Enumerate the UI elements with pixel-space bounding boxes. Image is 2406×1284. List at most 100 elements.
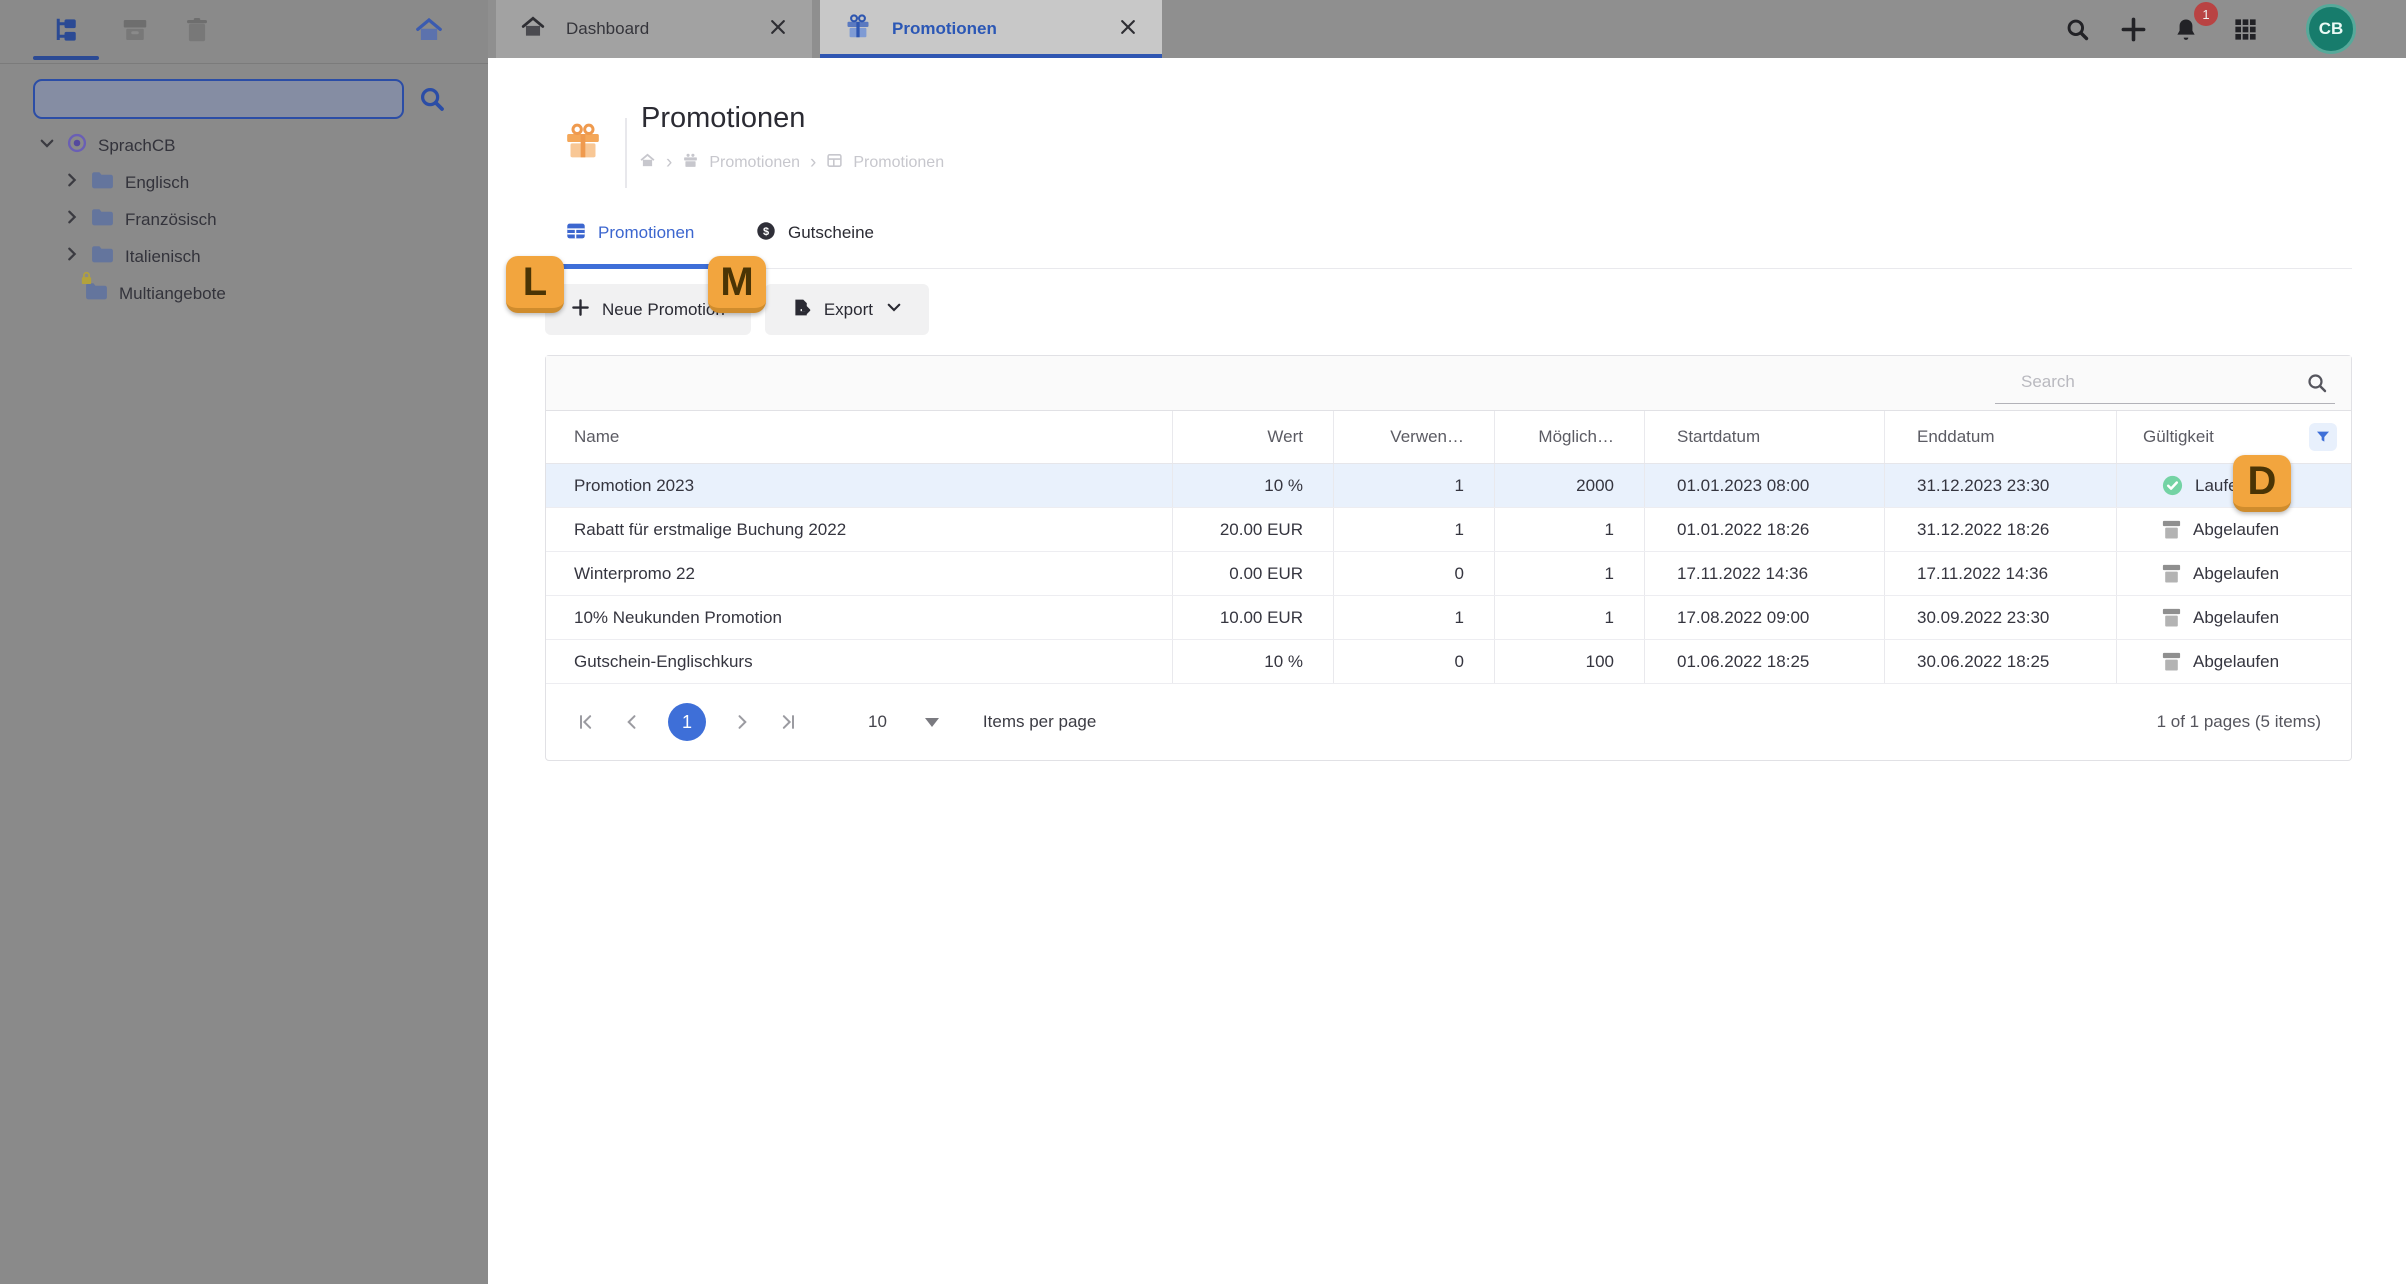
- page-size-value[interactable]: 10: [868, 712, 887, 732]
- column-header-verwendungen[interactable]: Verwen…: [1333, 411, 1494, 463]
- chevron-right-icon[interactable]: [64, 246, 80, 267]
- page-size-dropdown-icon[interactable]: [924, 717, 939, 727]
- plus-icon: [571, 298, 590, 322]
- table-row[interactable]: Rabatt für erstmalige Buchung 2022 20.00…: [546, 508, 2351, 552]
- first-page-icon[interactable]: [576, 712, 596, 732]
- cell-wert: 10 %: [1172, 640, 1333, 683]
- tree-node-label: Italienisch: [125, 246, 201, 266]
- chevron-right-icon: ›: [810, 152, 817, 173]
- table-search-input[interactable]: [1995, 363, 2321, 401]
- cell-name: Winterpromo 22: [574, 563, 695, 583]
- tree-node-italienisch[interactable]: Italienisch: [0, 238, 488, 275]
- filter-icon[interactable]: [2309, 423, 2337, 451]
- cell-wert: 10 %: [1172, 464, 1333, 507]
- previous-page-icon[interactable]: [622, 712, 642, 732]
- content-tab-gutscheine[interactable]: $ Gutscheine: [755, 216, 874, 250]
- avatar[interactable]: CB: [2306, 4, 2356, 54]
- chevron-right-icon[interactable]: [64, 172, 80, 193]
- table-row[interactable]: Promotion 2023 10 % 1 2000 01.01.2023 08…: [546, 464, 2351, 508]
- breadcrumb-table-icon: [826, 152, 843, 174]
- items-per-page-label: Items per page: [982, 712, 1097, 731]
- column-header-enddatum[interactable]: Enddatum: [1884, 411, 2116, 463]
- chevron-right-icon[interactable]: [64, 209, 80, 230]
- status-expired-icon: [2161, 518, 2182, 541]
- tree-node-franzoesisch[interactable]: Französisch: [0, 201, 488, 238]
- cell-verwendungen: 0: [1333, 552, 1494, 595]
- table-row[interactable]: Gutschein-Englischkurs 10 % 0 100 01.06.…: [546, 640, 2351, 684]
- archive-icon[interactable]: [120, 15, 150, 45]
- tree-node-label: Französisch: [125, 209, 217, 229]
- current-page-button[interactable]: 1: [668, 703, 706, 741]
- sidebar-header: [0, 0, 488, 64]
- tree-node-englisch[interactable]: Englisch: [0, 164, 488, 201]
- active-content-tab-underline: [545, 264, 712, 269]
- cell-startdatum: 17.11.2022 14:36: [1644, 552, 1884, 595]
- annotation-badge-L: L: [506, 256, 564, 313]
- cell-moeglich: 1: [1494, 552, 1644, 595]
- close-icon[interactable]: [768, 17, 788, 42]
- tree-node-root[interactable]: SprachCB: [0, 127, 488, 164]
- status-label: Abgelaufen: [2193, 651, 2280, 671]
- cell-wert: 20.00 EUR: [1172, 508, 1333, 551]
- chevron-down-icon: [885, 298, 903, 321]
- table-row[interactable]: 10% Neukunden Promotion 10.00 EUR 1 1 17…: [546, 596, 2351, 640]
- cell-enddatum: 30.09.2022 23:30: [1884, 596, 2116, 639]
- sidebar: SprachCB Englisch Französisch Italienisc…: [0, 0, 488, 1284]
- cell-verwendungen: 1: [1333, 508, 1494, 551]
- content-tab-label: Promotionen: [598, 223, 695, 242]
- content-tab-promotionen[interactable]: Promotionen: [565, 216, 694, 250]
- cell-moeglich: 2000: [1494, 464, 1644, 507]
- column-header-startdatum[interactable]: Startdatum: [1644, 411, 1884, 463]
- cell-name: Promotion 2023: [574, 475, 695, 495]
- table-icon: [565, 220, 587, 247]
- breadcrumb-item[interactable]: Promotionen: [709, 154, 800, 172]
- cell-moeglich: 1: [1494, 596, 1644, 639]
- button-label: Export: [823, 299, 873, 319]
- cell-wert: 0.00 EUR: [1172, 552, 1333, 595]
- tree-node-multiangebote[interactable]: Multiangebote: [0, 271, 488, 312]
- breadcrumb-home-icon[interactable]: [639, 152, 656, 174]
- tree-view-icon[interactable]: [52, 15, 82, 45]
- apps-grid-icon[interactable]: [2232, 16, 2259, 48]
- close-icon[interactable]: [1118, 17, 1138, 42]
- tab-promotionen[interactable]: Promotionen: [820, 0, 1162, 58]
- last-page-icon[interactable]: [778, 712, 798, 732]
- gift-icon: [563, 122, 603, 167]
- sidebar-search-input[interactable]: [33, 79, 404, 119]
- table-search: [1995, 363, 2335, 404]
- cell-name: Gutschein-Englischkurs: [574, 651, 753, 671]
- tree-node-label: Englisch: [125, 172, 190, 192]
- sidebar-search-icon[interactable]: [417, 84, 447, 119]
- column-header-gueltigkeit[interactable]: Gültigkeit: [2116, 411, 2353, 463]
- cell-moeglich: 1: [1494, 508, 1644, 551]
- table-row[interactable]: Winterpromo 22 0.00 EUR 0 1 17.11.2022 1…: [546, 552, 2351, 596]
- lock-icon: [81, 271, 92, 285]
- export-button[interactable]: Export: [764, 284, 929, 335]
- chevron-down-icon[interactable]: [38, 134, 56, 157]
- annotation-badge-D: D: [2233, 455, 2291, 512]
- promotions-table: Name Wert Verwen… Möglich… Startdatum En…: [545, 355, 2352, 761]
- folder-icon: [90, 206, 115, 233]
- sidebar-search: [33, 79, 457, 119]
- next-page-icon[interactable]: [732, 712, 752, 732]
- home-icon[interactable]: [414, 15, 444, 45]
- cell-name: Rabatt für erstmalige Buchung 2022: [574, 519, 847, 539]
- voucher-seal-icon: $: [755, 220, 777, 247]
- column-header-moegliche[interactable]: Möglich…: [1494, 411, 1644, 463]
- cell-status: Abgelaufen: [2116, 508, 2353, 551]
- add-icon[interactable]: [2120, 16, 2147, 48]
- cell-wert: 10.00 EUR: [1172, 596, 1333, 639]
- column-header-name[interactable]: Name: [546, 411, 1172, 463]
- trash-icon[interactable]: [182, 15, 212, 45]
- cell-enddatum: 17.11.2022 14:36: [1884, 552, 2116, 595]
- active-tool-underline: [33, 56, 99, 60]
- search-icon[interactable]: [2064, 16, 2091, 48]
- cell-startdatum: 01.06.2022 18:25: [1644, 640, 1884, 683]
- breadcrumb-item[interactable]: Promotionen: [853, 154, 944, 172]
- column-header-wert[interactable]: Wert: [1172, 411, 1333, 463]
- table-search-icon[interactable]: [2305, 371, 2329, 400]
- tab-dashboard[interactable]: Dashboard: [496, 0, 812, 58]
- home-icon: [520, 14, 546, 45]
- status-expired-icon: [2161, 606, 2182, 629]
- radio-selected-icon[interactable]: [66, 132, 88, 159]
